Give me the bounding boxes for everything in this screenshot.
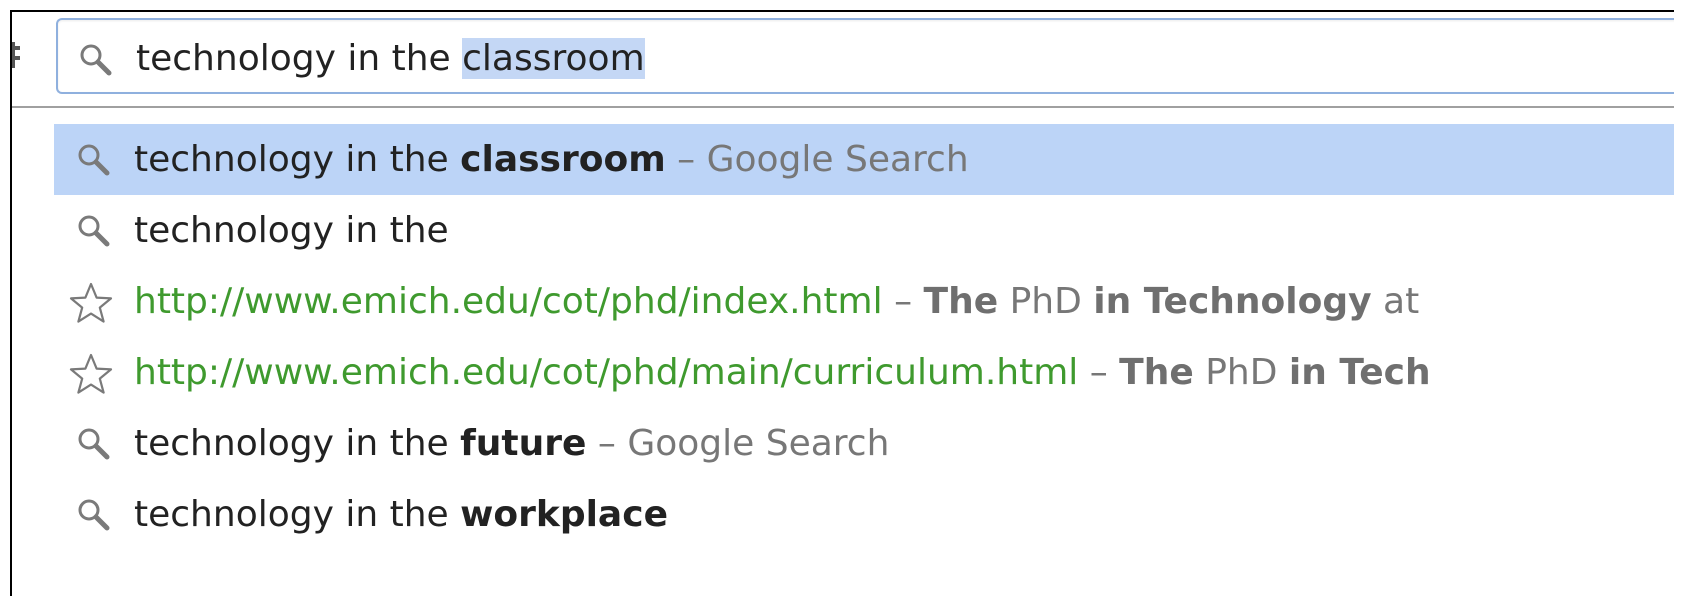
suggestion-bold-match: future xyxy=(460,423,587,464)
suggestion-title-bold: The xyxy=(923,281,999,322)
suggestion-text: technology in the future – Google Search xyxy=(134,418,889,470)
toolbar-edge-icon xyxy=(12,36,20,74)
suggestion-url: http://www.emich.edu/cot/phd/main/curric… xyxy=(134,352,1079,393)
search-icon xyxy=(80,44,112,76)
suggestion-title-bold: The xyxy=(1119,352,1194,393)
suggestion-separator: – xyxy=(882,281,924,322)
suggestion-bold-match: workplace xyxy=(460,494,668,535)
suggestion-row-search[interactable]: technology in the xyxy=(54,195,1674,266)
suggestion-text: http://www.emich.edu/cot/phd/index.html … xyxy=(134,276,1419,328)
suggestion-title-bold: in Tech xyxy=(1288,352,1431,393)
suggestion-prefix: technology in the xyxy=(134,210,449,251)
suggestion-prefix: technology in the xyxy=(134,494,461,535)
suggestion-prefix: technology in the xyxy=(134,139,461,180)
omnibox-autocomplete-text: classroom xyxy=(462,38,645,79)
suggestion-separator: – xyxy=(1078,352,1120,393)
browser-window: technology in the classroom technology i… xyxy=(10,10,1674,596)
suggestion-text: technology in the xyxy=(134,205,449,257)
suggestion-url: http://www.emich.edu/cot/phd/index.html xyxy=(134,281,883,322)
search-icon xyxy=(78,428,110,460)
omnibox-typed-text: technology in the xyxy=(136,38,463,79)
suggestion-separator: – xyxy=(586,423,628,464)
suggestion-text: http://www.emich.edu/cot/phd/main/curric… xyxy=(134,347,1431,399)
suggestion-suffix: Google Search xyxy=(627,423,890,464)
suggestion-text: technology in the workplace xyxy=(134,489,668,541)
omnibox-input[interactable]: technology in the classroom xyxy=(136,34,645,84)
suggestion-title: PhD xyxy=(1193,352,1289,393)
suggestion-suffix: Google Search xyxy=(706,139,969,180)
suggestion-title: at xyxy=(1371,281,1420,322)
suggestion-title-bold: in Technology xyxy=(1093,281,1372,322)
suggestion-row-bookmark[interactable]: http://www.emich.edu/cot/phd/main/curric… xyxy=(54,337,1674,408)
suggestion-prefix: technology in the xyxy=(134,423,461,464)
suggestion-bold-match: classroom xyxy=(460,139,666,180)
search-icon xyxy=(78,144,110,176)
star-icon xyxy=(69,282,113,323)
omnibox[interactable]: technology in the classroom xyxy=(56,18,1674,94)
suggestion-row-search[interactable]: technology in the classroom – Google Sea… xyxy=(54,124,1674,195)
search-icon xyxy=(78,499,110,531)
suggestion-text: technology in the classroom – Google Sea… xyxy=(134,134,969,186)
suggestion-separator: – xyxy=(665,139,707,180)
suggestion-row-search[interactable]: technology in the workplace xyxy=(54,479,1674,550)
suggestion-title: PhD xyxy=(998,281,1094,322)
suggestion-list: technology in the classroom – Google Sea… xyxy=(12,124,1674,550)
search-icon xyxy=(78,215,110,247)
suggestion-row-search[interactable]: technology in the future – Google Search xyxy=(54,408,1674,479)
star-icon xyxy=(69,353,113,394)
dropdown-divider xyxy=(12,106,1674,108)
suggestion-row-bookmark[interactable]: http://www.emich.edu/cot/phd/index.html … xyxy=(54,266,1674,337)
